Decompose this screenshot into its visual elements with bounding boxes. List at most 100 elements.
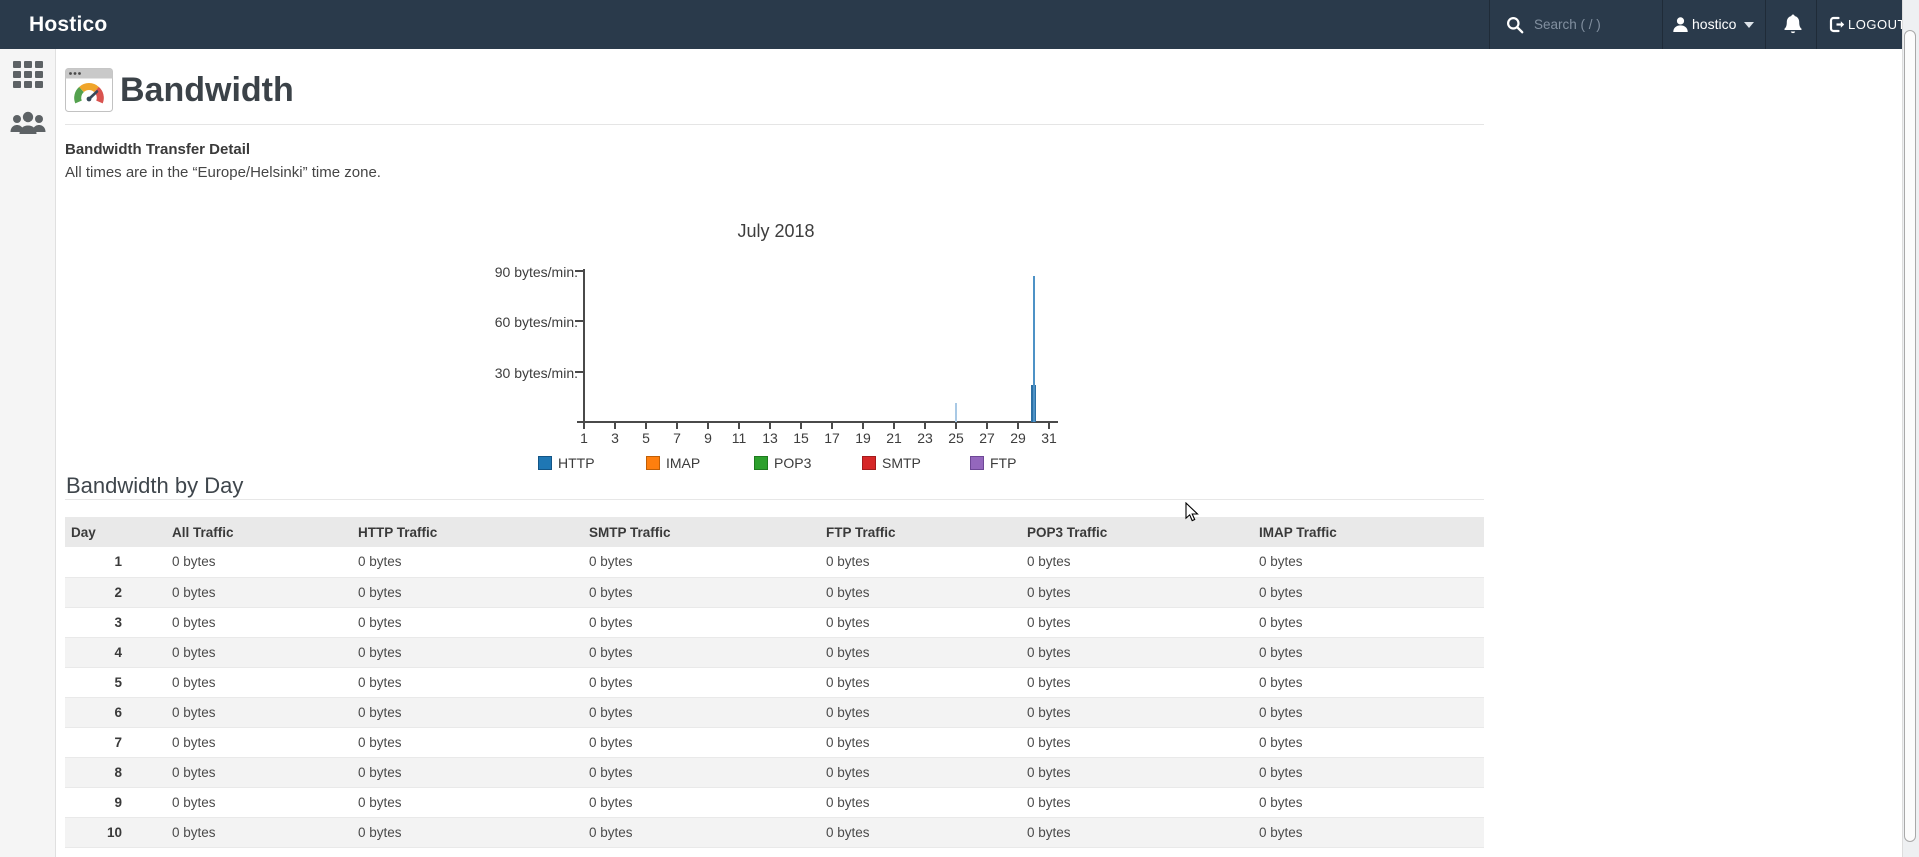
y-axis-tick-label: 90 bytes/min. [494, 263, 578, 280]
x-axis-tick-label: 25 [948, 430, 964, 446]
x-axis-tick-label: 11 [731, 430, 747, 446]
cell-day: 10 [106, 824, 122, 840]
cell-imap-traffic: 0 bytes [1259, 674, 1303, 690]
x-axis-tick-mark [924, 423, 926, 429]
legend-label: HTTP [558, 455, 595, 471]
x-axis-tick-label: 21 [886, 430, 902, 446]
cell-smtp-traffic: 0 bytes [589, 704, 633, 720]
applications-grid-icon[interactable] [13, 61, 43, 93]
cell-ftp-traffic: 0 bytes [826, 644, 870, 660]
cell-imap-traffic: 0 bytes [1259, 644, 1303, 660]
table-row-day-10: 10 0 bytes 0 bytes 0 bytes 0 bytes 0 bytes 0 b… [65, 817, 1484, 847]
search-icon[interactable] [1506, 16, 1524, 39]
table-row-day-1: 1 0 bytes 0 bytes 0 bytes 0 bytes 0 bytes 0 by… [65, 547, 1484, 577]
cell-smtp-traffic: 0 bytes [589, 644, 633, 660]
customers-users-icon[interactable] [10, 108, 46, 141]
chart-title: July 2018 [737, 221, 815, 241]
topbar-divider [1662, 0, 1663, 49]
cell-pop3-traffic: 0 bytes [1027, 764, 1071, 780]
x-axis-tick-mark [862, 423, 864, 429]
cell-pop3-traffic: 0 bytes [1027, 824, 1071, 840]
y-axis-tick-label: 30 bytes/min. [494, 364, 578, 381]
cell-http-traffic: 0 bytes [358, 824, 402, 840]
legend-item-smtp: SMTP [862, 455, 921, 471]
user-icon [1672, 16, 1689, 38]
cell-ftp-traffic: 0 bytes [826, 614, 870, 630]
cell-ftp-traffic: 0 bytes [826, 824, 870, 840]
cell-pop3-traffic: 0 bytes [1027, 674, 1071, 690]
table-heading-divider [65, 499, 1484, 500]
x-axis-tick-mark [769, 423, 771, 429]
cell-all-traffic: 0 bytes [172, 704, 216, 720]
legend-swatch-pop3 [754, 456, 768, 470]
topbar-divider [1816, 0, 1817, 49]
cell-ftp-traffic: 0 bytes [826, 794, 870, 810]
x-axis-tick-label: 29 [1010, 430, 1026, 446]
legend-label: POP3 [774, 455, 812, 471]
user-menu[interactable]: hostico [1692, 0, 1736, 49]
top-navigation-bar: Hostico Search ( / ) hostico LOGOUT [0, 0, 1905, 49]
logout-icon[interactable] [1829, 16, 1846, 38]
x-axis-tick-mark [614, 423, 616, 429]
cell-day: 6 [114, 704, 122, 720]
x-axis-tick-label: 23 [917, 430, 933, 446]
x-axis-tick-mark [707, 423, 709, 429]
cell-all-traffic: 0 bytes [172, 554, 216, 570]
cell-http-traffic: 0 bytes [358, 734, 402, 750]
cell-all-traffic: 0 bytes [172, 644, 216, 660]
cell-imap-traffic: 0 bytes [1259, 554, 1303, 570]
cell-pop3-traffic: 0 bytes [1027, 794, 1071, 810]
search-input[interactable]: Search ( / ) [1534, 0, 1601, 49]
notifications-bell-icon[interactable] [1783, 13, 1803, 40]
legend-swatch-ftp [970, 456, 984, 470]
cell-smtp-traffic: 0 bytes [589, 794, 633, 810]
x-axis-tick-label: 19 [855, 430, 871, 446]
legend-label: FTP [990, 455, 1017, 471]
scrollbar-thumb[interactable] [1904, 30, 1916, 842]
table-row-day-6: 6 0 bytes 0 bytes 0 bytes 0 bytes 0 bytes 0 by… [65, 697, 1484, 727]
x-axis-tick-mark [800, 423, 802, 429]
cell-all-traffic: 0 bytes [172, 614, 216, 630]
cell-day: 4 [114, 644, 122, 660]
timezone-note: All times are in the “Europe/Helsinki” t… [65, 164, 381, 181]
x-axis-tick-label: 3 [611, 430, 619, 446]
cell-pop3-traffic: 0 bytes [1027, 704, 1071, 720]
cell-imap-traffic: 0 bytes [1259, 824, 1303, 840]
cell-all-traffic: 0 bytes [172, 674, 216, 690]
column-header-http-traffic: HTTP Traffic [333, 517, 564, 547]
cell-ftp-traffic: 0 bytes [826, 584, 870, 600]
cell-http-traffic: 0 bytes [358, 644, 402, 660]
y-axis-tick-mark [575, 269, 583, 272]
x-axis-tick-mark [1048, 423, 1050, 429]
logout-button[interactable]: LOGOUT [1848, 0, 1906, 49]
x-axis-tick-mark [738, 423, 740, 429]
x-axis-tick-label: 5 [642, 430, 650, 446]
bandwidth-gauge-icon [65, 68, 113, 117]
cell-smtp-traffic: 0 bytes [589, 614, 633, 630]
column-header-day: Day [65, 517, 147, 547]
cell-smtp-traffic: 0 bytes [589, 554, 633, 570]
legend-item-http: HTTP [538, 455, 595, 471]
cell-ftp-traffic: 0 bytes [826, 734, 870, 750]
section-heading: Bandwidth Transfer Detail [65, 141, 251, 158]
x-axis-tick-mark [893, 423, 895, 429]
cell-http-traffic: 0 bytes [358, 794, 402, 810]
topbar-divider [1489, 0, 1490, 49]
x-axis-tick-label: 9 [704, 430, 712, 446]
chevron-down-icon[interactable] [1744, 22, 1754, 28]
cell-pop3-traffic: 0 bytes [1027, 614, 1071, 630]
x-axis-tick-mark [986, 423, 988, 429]
column-header-ftp-traffic: FTP Traffic [801, 517, 1002, 547]
x-axis-tick-label: 27 [979, 430, 995, 446]
legend-item-pop3: POP3 [754, 455, 811, 471]
cell-smtp-traffic: 0 bytes [589, 824, 633, 840]
cell-day: 5 [114, 674, 122, 690]
x-axis-tick-label: 15 [793, 430, 809, 446]
cell-smtp-traffic: 0 bytes [589, 584, 633, 600]
cell-pop3-traffic: 0 bytes [1027, 554, 1071, 570]
x-axis-tick-label: 1 [580, 430, 588, 446]
x-axis-tick-label: 17 [824, 430, 840, 446]
table-heading: Bandwidth by Day [66, 473, 244, 498]
cell-all-traffic: 0 bytes [172, 794, 216, 810]
cell-all-traffic: 0 bytes [172, 764, 216, 780]
